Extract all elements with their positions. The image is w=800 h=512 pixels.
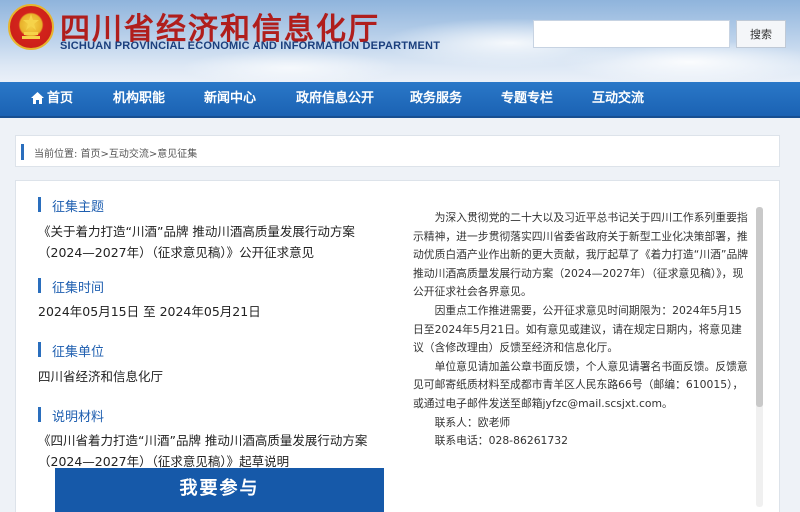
- section-label: 征集单位: [52, 345, 105, 360]
- nav-item-label: 首页: [47, 91, 74, 106]
- nav-item-info-disclosure[interactable]: 政府信息公开: [296, 82, 374, 116]
- nav-item-functions[interactable]: 机构职能: [113, 82, 165, 116]
- main-nav: 首页 机构职能 新闻中心 政府信息公开 政务服务 专题专栏 互动交流: [0, 82, 800, 118]
- nav-item-home[interactable]: 首页: [31, 82, 73, 116]
- description-paragraph: 单位意见请加盖公章书面反馈，个人意见请署名书面反馈。反馈意见可邮寄纸质材料至成都…: [413, 359, 748, 410]
- description-scrollbar[interactable]: [756, 207, 763, 507]
- nav-item-interaction[interactable]: 互动交流: [592, 82, 644, 116]
- section-label: 征集主题: [52, 200, 105, 215]
- contact-person: 联系人：欧老师: [434, 415, 511, 429]
- section-time-body: 2024年05月15日 至 2024年05月21日: [38, 304, 261, 319]
- section-label: 说明材料: [52, 410, 105, 425]
- search-button[interactable]: 搜索: [736, 20, 786, 48]
- section-marker: [38, 197, 41, 212]
- nav-item-special-topics[interactable]: 专题专栏: [501, 82, 553, 116]
- section-marker: [38, 407, 41, 422]
- site-subtitle: SICHUAN PROVINCIAL ECONOMIC AND INFORMAT…: [60, 40, 441, 52]
- description-paragraph: 为深入贯彻党的二十大以及习近平总书记关于四川工作系列重要指示精神，进一步贯彻落实…: [413, 211, 749, 299]
- description-paragraph: 因重点工作推进需要，公开征求意见时间期限为：2024年5月15日至2024年5月…: [413, 303, 742, 355]
- breadcrumb-text: 当前位置: 首页>互动交流>意见征集: [34, 149, 198, 160]
- national-emblem-icon: [8, 4, 54, 50]
- main-panel: 征集主题 《关于着力打造“川酒”品牌 推动川酒高质量发展行动方案（2024—20…: [15, 180, 780, 512]
- banner-cloud: [180, 50, 400, 82]
- breadcrumb-marker: [21, 144, 24, 160]
- contact-phone: 联系电话：028-86261732: [434, 434, 569, 448]
- section-marker: [38, 342, 41, 357]
- nav-item-news[interactable]: 新闻中心: [204, 82, 256, 116]
- nav-item-services[interactable]: 政务服务: [410, 82, 462, 116]
- section-label: 征集时间: [52, 281, 105, 296]
- section-unit-body: 四川省经济和信息化厅: [38, 369, 164, 384]
- section-topic-body: 《关于着力打造“川酒”品牌 推动川酒高质量发展行动方案（2024—2027年）（…: [38, 224, 355, 260]
- header-banner: 四川省经济和信息化厅 SICHUAN PROVINCIAL ECONOMIC A…: [0, 0, 800, 82]
- section-material-body[interactable]: 《四川省着力打造“川酒”品牌 推动川酒高质量发展行动方案（2024—2027年）…: [38, 430, 383, 472]
- breadcrumb: 当前位置: 首页>互动交流>意见征集: [15, 135, 780, 167]
- search-input[interactable]: [533, 20, 730, 48]
- participate-button[interactable]: 我要参与: [55, 468, 384, 512]
- section-marker: [38, 278, 41, 293]
- scrollbar-thumb[interactable]: [756, 207, 763, 407]
- description-text: 为深入贯彻党的二十大以及习近平总书记关于四川工作系列重要指示精神，进一步贯彻落实…: [413, 209, 751, 509]
- home-icon: [31, 84, 44, 118]
